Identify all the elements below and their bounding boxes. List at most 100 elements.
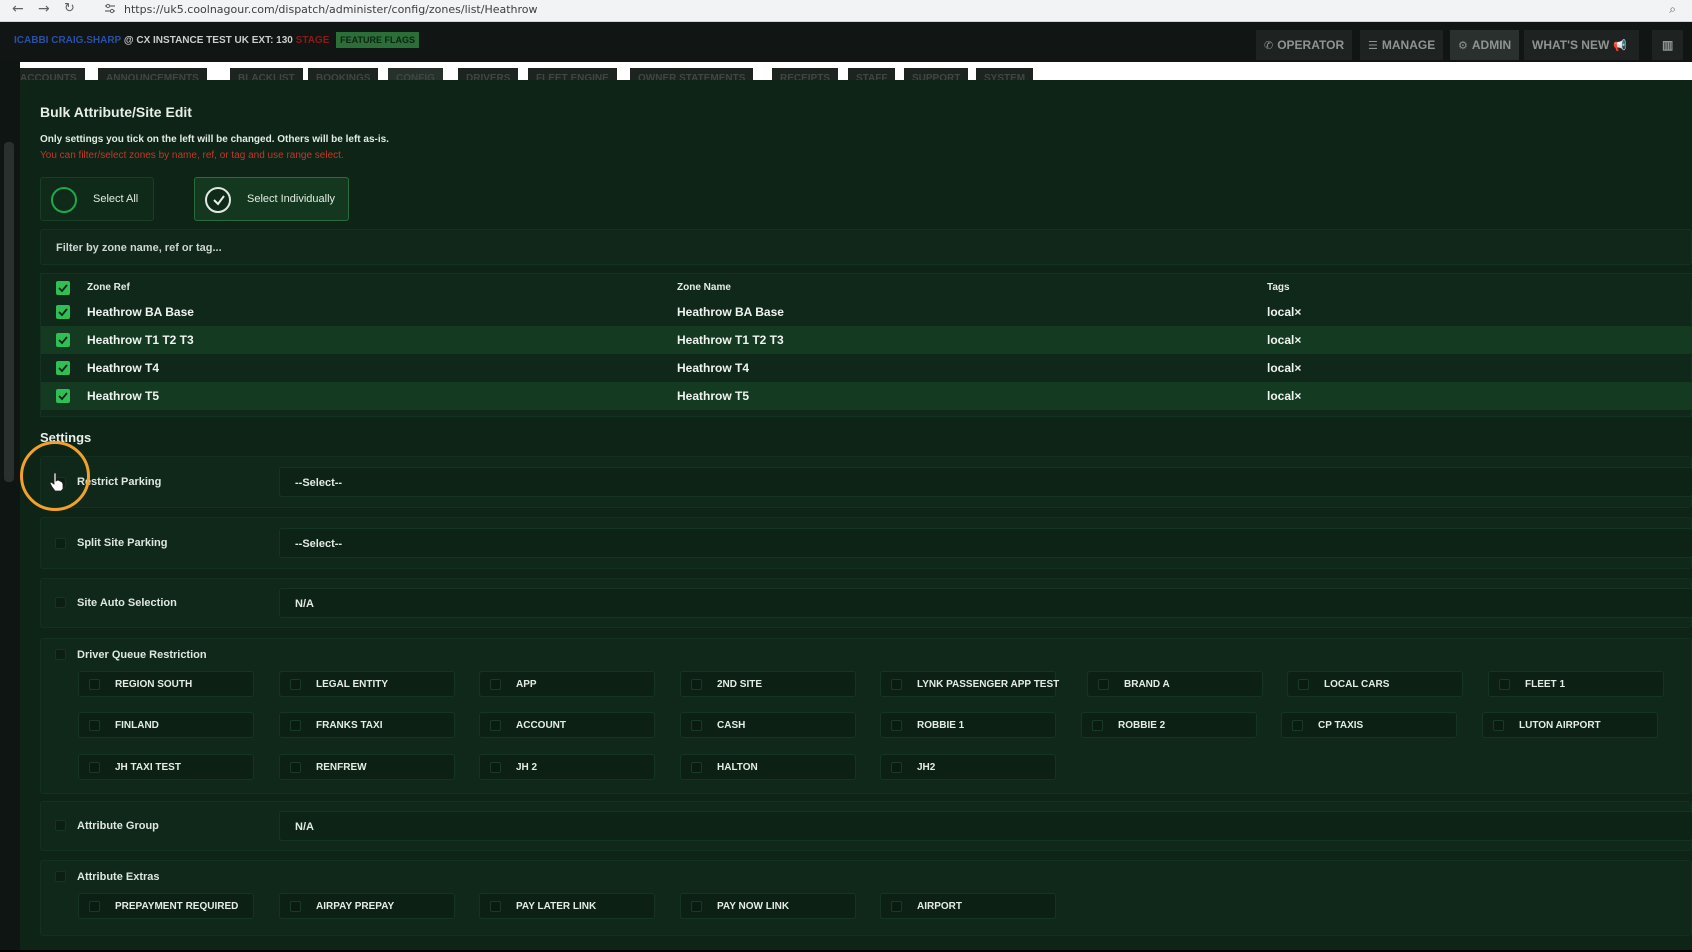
option-checkbox[interactable] [490, 901, 501, 912]
option-legal-entity[interactable]: LEGAL ENTITY [279, 671, 455, 697]
nav-admin[interactable]: ⚙ ADMIN [1450, 30, 1520, 60]
option-region-south[interactable]: REGION SOUTH [78, 671, 254, 697]
site-auto-selection-select[interactable]: N/A [279, 588, 1692, 618]
option-luton-airport[interactable]: LUTON AIRPORT [1482, 712, 1658, 738]
nav-manage[interactable]: ☰ MANAGE [1360, 30, 1444, 60]
option-airpay-prepay[interactable]: AIRPAY PREPAY [279, 893, 455, 919]
option-renfrew[interactable]: RENFREW [279, 754, 455, 780]
table-row[interactable]: Heathrow T1 T2 T3 Heathrow T1 T2 T3 loca… [41, 326, 1692, 354]
zone-tag[interactable]: local× [1267, 333, 1301, 347]
address-bar[interactable]: https://uk5.coolnagour.com/dispatch/admi… [124, 3, 538, 16]
option-checkbox[interactable] [691, 762, 702, 773]
option-jh-2[interactable]: JH 2 [479, 754, 655, 780]
check-circle-icon [205, 187, 231, 213]
option-jh-taxi-test[interactable]: JH TAXI TEST [78, 754, 254, 780]
option-app[interactable]: APP [479, 671, 655, 697]
zone-tag[interactable]: local× [1267, 389, 1301, 403]
option-checkbox[interactable] [290, 720, 301, 731]
header-tags[interactable]: Tags [1267, 282, 1290, 293]
option-checkbox[interactable] [691, 901, 702, 912]
option-checkbox[interactable] [89, 762, 100, 773]
select-individually-button[interactable]: Select Individually [194, 177, 349, 221]
option-prepayment-required[interactable]: PREPAYMENT REQUIRED [78, 893, 254, 919]
option-checkbox[interactable] [891, 762, 902, 773]
select-all-button[interactable]: Select All [40, 177, 154, 221]
scrollbar[interactable] [4, 142, 14, 482]
option-checkbox[interactable] [1499, 679, 1510, 690]
zone-tag[interactable]: local× [1267, 305, 1301, 319]
driver-queue-checkbox[interactable] [55, 649, 66, 660]
option-brand-a[interactable]: BRAND A [1087, 671, 1263, 697]
split-site-parking-select[interactable]: --Select-- [279, 528, 1692, 558]
bar-chart-icon[interactable]: ▥ [1652, 30, 1684, 60]
option-pay-later-link[interactable]: PAY LATER LINK [479, 893, 655, 919]
feature-flags-button[interactable]: FEATURE FLAGS [336, 32, 419, 48]
option-checkbox[interactable] [290, 679, 301, 690]
option-checkbox[interactable] [1298, 679, 1309, 690]
option-2nd-site[interactable]: 2ND SITE [680, 671, 856, 697]
option-checkbox[interactable] [89, 901, 100, 912]
option-checkbox[interactable] [691, 720, 702, 731]
split-site-parking-checkbox[interactable] [55, 538, 66, 549]
row-checkbox[interactable] [56, 333, 70, 347]
restrict-parking-select[interactable]: --Select-- [279, 467, 1692, 497]
attribute-extras-checkbox[interactable] [55, 871, 66, 882]
row-checkbox[interactable] [56, 389, 70, 403]
header-zone-ref[interactable]: Zone Ref [87, 282, 130, 293]
arrow-right-icon[interactable]: → [38, 1, 50, 17]
attribute-group-select[interactable]: N/A [279, 811, 1692, 841]
option-account[interactable]: ACCOUNT [479, 712, 655, 738]
option-checkbox[interactable] [1092, 720, 1103, 731]
option-local-cars[interactable]: LOCAL CARS [1287, 671, 1463, 697]
option-checkbox[interactable] [891, 720, 902, 731]
zone-tag[interactable]: local× [1267, 361, 1301, 375]
option-fleet-1[interactable]: FLEET 1 [1488, 671, 1664, 697]
option-checkbox[interactable] [891, 901, 902, 912]
row-checkbox[interactable] [56, 305, 70, 319]
option-checkbox[interactable] [691, 679, 702, 690]
attribute-group-checkbox[interactable] [55, 820, 66, 831]
option-checkbox[interactable] [89, 679, 100, 690]
site-auto-selection-checkbox[interactable] [55, 597, 66, 608]
user-name[interactable]: ICABBI CRAIG.SHARP [14, 35, 121, 46]
option-label: FRANKS TAXI [316, 720, 383, 731]
site-info-icon[interactable] [104, 3, 116, 15]
option-checkbox[interactable] [1292, 720, 1303, 731]
option-checkbox[interactable] [490, 762, 501, 773]
table-row[interactable]: Heathrow T5 Heathrow T5 local× [41, 382, 1692, 410]
option-checkbox[interactable] [1098, 679, 1109, 690]
nav-operator[interactable]: ✆ OPERATOR [1256, 30, 1353, 60]
option-robbie-1[interactable]: ROBBIE 1 [880, 712, 1056, 738]
option-checkbox[interactable] [89, 720, 100, 731]
option-checkbox[interactable] [290, 762, 301, 773]
option-checkbox[interactable] [1493, 720, 1504, 731]
option-checkbox[interactable] [290, 901, 301, 912]
row-checkbox[interactable] [56, 361, 70, 375]
option-pay-now-link[interactable]: PAY NOW LINK [680, 893, 856, 919]
option-robbie-2[interactable]: ROBBIE 2 [1081, 712, 1257, 738]
option-finland[interactable]: FINLAND [78, 712, 254, 738]
arrow-left-icon[interactable]: ← [12, 1, 24, 17]
option-label: RENFREW [316, 762, 367, 773]
option-halton[interactable]: HALTON [680, 754, 856, 780]
option-airport[interactable]: AIRPORT [880, 893, 1056, 919]
select-all-checkbox[interactable] [56, 281, 70, 295]
zoom-icon[interactable]: ⌕ [1669, 2, 1676, 17]
zone-ref: Heathrow BA Base [87, 305, 194, 319]
header-zone-name[interactable]: Zone Name [677, 282, 731, 293]
option-checkbox[interactable] [891, 679, 902, 690]
reload-icon[interactable]: ↻ [64, 1, 75, 16]
table-row[interactable]: Heathrow T4 Heathrow T4 local× [41, 354, 1692, 382]
nav-whats-new[interactable]: WHAT'S NEW 📢 [1524, 30, 1639, 60]
option-lynk-passenger-app-test[interactable]: LYNK PASSENGER APP TEST [880, 671, 1059, 697]
split-site-parking-label: Split Site Parking [77, 537, 168, 549]
table-row[interactable]: Heathrow BA Base Heathrow BA Base local× [41, 298, 1692, 326]
option-checkbox[interactable] [490, 720, 501, 731]
option-checkbox[interactable] [490, 679, 501, 690]
option-franks-taxi[interactable]: FRANKS TAXI [279, 712, 455, 738]
option-cp-taxis[interactable]: CP TAXIS [1281, 712, 1457, 738]
site-auto-selection-value: N/A [295, 598, 314, 610]
zone-filter-input[interactable]: Filter by zone name, ref or tag... [40, 229, 1692, 265]
option-cash[interactable]: CASH [680, 712, 856, 738]
option-jh2[interactable]: JH2 [880, 754, 1056, 780]
